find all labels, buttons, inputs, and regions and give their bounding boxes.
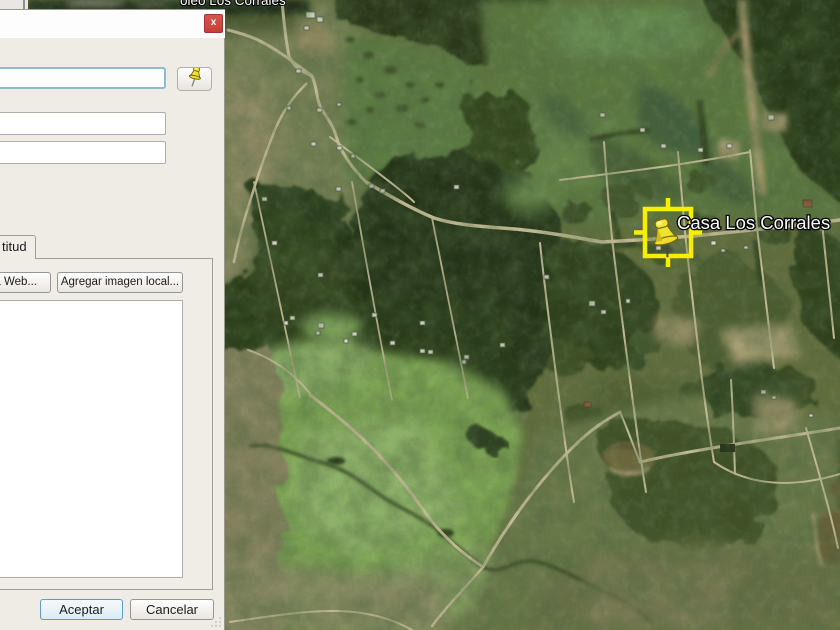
svg-text:oleo Los Corrales: oleo Los Corrales bbox=[180, 0, 286, 8]
svg-text:Casa Los Corrales: Casa Los Corrales bbox=[677, 212, 830, 233]
